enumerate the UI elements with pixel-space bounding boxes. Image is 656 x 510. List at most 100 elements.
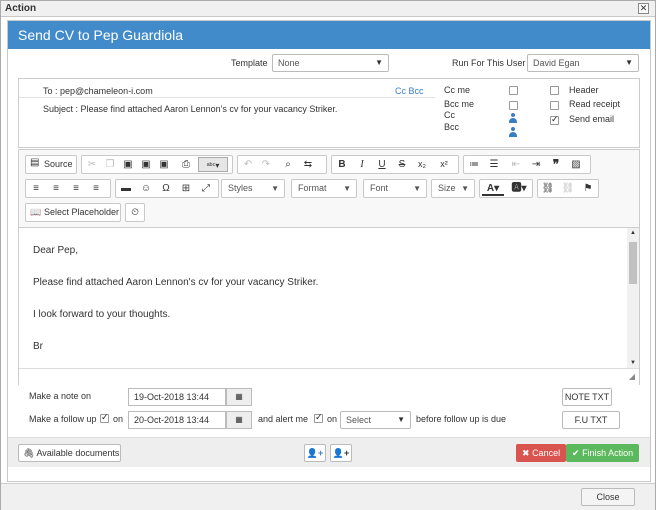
note-txt-button[interactable]: NOTE TXT xyxy=(562,388,612,406)
scroll-down-icon[interactable]: ▼ xyxy=(630,360,636,366)
undo-icon[interactable]: ↶ xyxy=(240,157,256,172)
bulleted-list-icon[interactable]: ☰ xyxy=(486,157,502,172)
to-field[interactable]: To : pep@chameleon-i.com xyxy=(43,86,153,96)
styles-combo[interactable]: Styles ▼ xyxy=(221,179,285,198)
bcc-label: Bcc xyxy=(444,122,460,132)
note-date-input[interactable]: 19-Oct-2018 13:44 xyxy=(128,388,226,406)
text-color-icon[interactable]: A▾ xyxy=(482,181,504,196)
find-icon[interactable]: ⌕ xyxy=(280,157,296,172)
timer-button[interactable]: ⏲ xyxy=(125,203,145,222)
add-contact-icon[interactable]: 👤+ xyxy=(304,444,326,462)
alert-select[interactable]: Select ▼ xyxy=(340,411,411,429)
cc-bcc-link[interactable]: Cc Bcc xyxy=(395,86,424,96)
chevron-down-icon: ▼ xyxy=(461,184,469,193)
bcc-me-checkbox[interactable] xyxy=(509,101,518,110)
editor-scrollbar[interactable]: ▲ ▼ xyxy=(627,228,639,368)
divider xyxy=(19,97,435,98)
window-close-icon[interactable]: ✕ xyxy=(638,3,649,14)
followup-checkbox[interactable] xyxy=(100,412,109,423)
subject-field[interactable]: Subject : Please find attached Aaron Len… xyxy=(43,104,337,114)
insert-group: ▬ ☺ Ω ⊞ ⤢ xyxy=(115,179,219,198)
indent-icon[interactable]: ⇥ xyxy=(528,157,544,172)
source-icon: ▤ xyxy=(30,157,40,168)
template-select[interactable]: None ▼ xyxy=(272,54,389,72)
fu-txt-button[interactable]: F.U TXT xyxy=(562,411,620,429)
available-documents-button[interactable]: 🖇 Available documents xyxy=(18,444,121,462)
table-icon[interactable]: ⊞ xyxy=(178,181,194,196)
font-combo[interactable]: Font ▼ xyxy=(363,179,427,198)
superscript-icon[interactable]: x² xyxy=(436,157,452,172)
paste-icon[interactable]: ▣ xyxy=(120,157,136,172)
outdent-icon[interactable]: ⇤ xyxy=(508,157,524,172)
underline-icon[interactable]: U xyxy=(374,157,390,172)
unlink-icon[interactable]: ⛓ xyxy=(560,181,576,196)
resize-grip-icon[interactable]: ◢ xyxy=(629,372,635,381)
numbered-list-icon[interactable]: ≔ xyxy=(466,157,482,172)
cut-icon[interactable]: ✂ xyxy=(84,157,100,172)
horizontal-rule-icon[interactable]: ▬ xyxy=(118,181,134,196)
print-icon[interactable]: ⎙ xyxy=(178,157,194,172)
bold-icon[interactable]: B xyxy=(334,157,350,172)
align-right-icon[interactable]: ≡ xyxy=(68,181,84,196)
calendar-icon[interactable]: ▦ xyxy=(226,388,252,406)
add-person-icon[interactable]: 👤+ xyxy=(330,444,352,462)
align-left-icon[interactable]: ≡ xyxy=(28,181,44,196)
scroll-up-icon[interactable]: ▲ xyxy=(630,230,636,236)
format-combo[interactable]: Format ▼ xyxy=(291,179,357,198)
cancel-label: Cancel xyxy=(532,448,561,458)
scrollbar-thumb[interactable] xyxy=(629,242,637,284)
size-combo[interactable]: Size ▼ xyxy=(431,179,475,198)
alert-me-checkbox[interactable] xyxy=(314,412,323,423)
editor-body[interactable]: Dear Pep, Please find attached Aaron Len… xyxy=(19,228,623,368)
add-cc-person-icon[interactable] xyxy=(508,113,518,123)
add-bcc-person-icon[interactable] xyxy=(508,127,518,137)
template-row: Template None ▼ Run For This User David … xyxy=(8,54,650,74)
editor-toolbar: ▤ Source ✂ ❐ ▣ ▣ ▣ ⎙ ᵃᵇᶜ▾ ↶ ↷ ⌕ ⇆ B I U … xyxy=(19,150,639,228)
alert-me-label: and alert me xyxy=(258,414,309,424)
action-window: Action ✕ Send CV to Pep Guardiola Templa… xyxy=(0,0,656,510)
select-placeholder-label: Select Placeholder xyxy=(44,207,120,217)
link-icon[interactable]: ⛓ xyxy=(540,181,556,196)
note-label: Make a note on xyxy=(29,391,92,401)
strike-icon[interactable]: S xyxy=(394,157,410,172)
close-icon: ✖ xyxy=(522,448,530,458)
modal-title: Send CV to Pep Guardiola xyxy=(8,21,650,49)
paste-text-icon[interactable]: ▣ xyxy=(138,157,154,172)
align-center-icon[interactable]: ≡ xyxy=(48,181,64,196)
body-line: Please find attached Aaron Lennon's cv f… xyxy=(33,277,319,288)
special-char-icon[interactable]: Ω xyxy=(158,181,174,196)
image-icon[interactable]: ▨ xyxy=(568,157,584,172)
close-button[interactable]: Close xyxy=(581,488,635,506)
cancel-button[interactable]: ✖ Cancel xyxy=(516,444,567,462)
header-checkbox[interactable] xyxy=(550,86,559,95)
run-for-select[interactable]: David Egan ▼ xyxy=(527,54,639,72)
read-receipt-checkbox[interactable] xyxy=(550,101,559,110)
send-email-label: Send email xyxy=(569,114,615,124)
paste-word-icon[interactable]: ▣ xyxy=(156,157,172,172)
paperclip-icon: 🖇 xyxy=(23,448,35,458)
italic-icon[interactable]: I xyxy=(354,157,370,172)
calendar-icon[interactable]: ▦ xyxy=(226,411,252,429)
followup-on-label: on xyxy=(113,414,124,424)
send-email-checkbox[interactable] xyxy=(550,114,559,125)
subscript-icon[interactable]: x₂ xyxy=(414,157,430,172)
cc-me-checkbox[interactable] xyxy=(509,86,518,95)
select-placeholder-button[interactable]: 📖 Select Placeholder xyxy=(25,203,121,222)
redo-icon[interactable]: ↷ xyxy=(258,157,274,172)
alert-on-label: on xyxy=(327,414,338,424)
copy-icon[interactable]: ❐ xyxy=(102,157,118,172)
replace-icon[interactable]: ⇆ xyxy=(300,157,316,172)
align-justify-icon[interactable]: ≡ xyxy=(88,181,104,196)
source-button[interactable]: ▤ Source xyxy=(25,155,77,174)
undo-find-group: ↶ ↷ ⌕ ⇆ xyxy=(237,155,327,174)
modal-footer: 🖇 Available documents 👤+ 👤+ ✖ Cancel ✔ F… xyxy=(8,437,650,467)
smiley-icon[interactable]: ☺ xyxy=(138,181,154,196)
finish-action-button[interactable]: ✔ Finish Action xyxy=(566,444,640,462)
followup-date-input[interactable]: 20-Oct-2018 13:44 xyxy=(128,411,226,429)
size-label: Size xyxy=(438,183,456,193)
maximize-icon[interactable]: ⤢ xyxy=(198,181,214,196)
anchor-flag-icon[interactable]: ⚑ xyxy=(580,181,596,196)
spellcheck-icon[interactable]: ᵃᵇᶜ▾ xyxy=(198,157,228,172)
blockquote-icon[interactable]: ❞ xyxy=(548,157,564,172)
bg-color-icon[interactable]: 🅰▾ xyxy=(508,181,530,196)
